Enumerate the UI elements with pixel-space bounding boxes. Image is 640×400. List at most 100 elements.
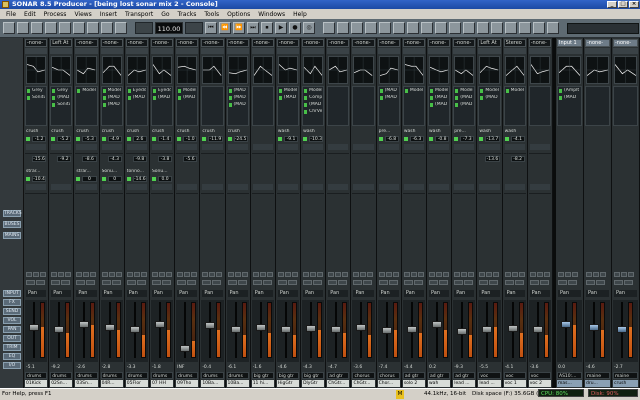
transport-button-3[interactable]: ⏭ xyxy=(247,22,259,34)
input-selector[interactable]: -none- xyxy=(251,39,274,47)
monitor-button[interactable] xyxy=(558,280,567,285)
send-level[interactable]: -5.2 xyxy=(57,136,72,142)
mute-button[interactable] xyxy=(51,272,58,277)
toolbar-tool-12[interactable] xyxy=(491,22,503,34)
fx-item[interactable]: Model xyxy=(404,88,423,94)
send-pan[interactable] xyxy=(529,144,550,150)
track-name[interactable]: mas... xyxy=(557,380,582,387)
send-pan[interactable] xyxy=(429,184,450,190)
monitor-button[interactable] xyxy=(529,280,539,285)
send-pan[interactable] xyxy=(76,184,97,190)
send-slot[interactable] xyxy=(327,168,350,194)
send-level[interactable]: -0.8 xyxy=(435,136,450,142)
volume-fader[interactable] xyxy=(617,326,627,333)
eq-graph[interactable] xyxy=(76,56,97,84)
volume-fader[interactable] xyxy=(331,326,342,333)
monitor-button[interactable] xyxy=(177,280,187,285)
solo-button[interactable] xyxy=(133,272,140,277)
pan-control[interactable]: Pan xyxy=(479,290,500,297)
toolbar-tool-13[interactable] xyxy=(505,22,517,34)
arm-button[interactable] xyxy=(600,272,606,277)
fx-bin[interactable]: ModelCompr(MADChrVerb xyxy=(302,86,325,126)
toolbar-tool-2[interactable] xyxy=(351,22,363,34)
fx-item[interactable]: (MAD xyxy=(480,95,498,101)
fx-item[interactable]: Eyedd xyxy=(152,88,171,94)
send-pan[interactable] xyxy=(252,184,273,190)
solo-button[interactable] xyxy=(58,272,65,277)
monitor-button[interactable] xyxy=(202,280,212,285)
mute-button[interactable] xyxy=(227,272,234,277)
fx-bin[interactable]: GreySonitus xyxy=(25,86,48,126)
send-pan[interactable] xyxy=(328,144,349,150)
fx-bin[interactable]: Model (MAD xyxy=(276,86,300,126)
send-slot[interactable] xyxy=(352,168,375,194)
fx-item[interactable]: (MAD xyxy=(127,95,146,101)
output-selector[interactable]: drums xyxy=(75,372,98,379)
send-slot[interactable] xyxy=(428,168,451,194)
output-selector[interactable]: ad gtr xyxy=(428,372,451,379)
fx-item[interactable]: Model xyxy=(304,88,322,94)
sidebar-buses-button[interactable]: BUSES xyxy=(3,221,21,228)
transport-button-2[interactable]: ⏩ xyxy=(233,22,245,34)
arm-button[interactable] xyxy=(342,272,349,277)
send-slot[interactable] xyxy=(478,168,501,194)
fx-item[interactable]: (MAD xyxy=(228,88,247,94)
sidebar-mains-button[interactable]: MAINS xyxy=(3,232,21,239)
solo-button[interactable] xyxy=(486,272,493,277)
eq-graph[interactable] xyxy=(529,56,550,84)
phase-button[interactable] xyxy=(86,280,96,285)
menu-item-go[interactable]: Go xyxy=(157,11,173,18)
output-selector[interactable]: big gtr xyxy=(251,372,274,379)
toolbar-tool-16[interactable] xyxy=(547,22,559,34)
input-selector[interactable]: -none- xyxy=(327,39,350,47)
output-selector[interactable]: ad gtr xyxy=(402,372,425,379)
pan-control[interactable]: Pan xyxy=(126,290,147,297)
menu-item-transport[interactable]: Transport xyxy=(121,11,157,18)
send-enable-led[interactable] xyxy=(151,137,156,141)
volume-fader[interactable] xyxy=(154,321,165,329)
eq-graph[interactable] xyxy=(303,56,324,84)
mute-button[interactable] xyxy=(177,272,184,277)
send-pan[interactable] xyxy=(227,184,248,190)
fx-item[interactable]: (MAD xyxy=(379,95,398,101)
arm-button[interactable] xyxy=(90,272,97,277)
mute-button[interactable] xyxy=(403,272,410,277)
arm-button[interactable] xyxy=(317,272,324,277)
fx-item[interactable]: Sonitus xyxy=(52,102,70,108)
fx-item[interactable]: Model xyxy=(480,88,499,94)
send-enable-led[interactable] xyxy=(76,137,81,141)
solo-button[interactable] xyxy=(593,272,599,277)
send-slot[interactable]: wash -13.7 xyxy=(478,128,501,154)
send-pan[interactable] xyxy=(177,144,198,150)
phase-button[interactable] xyxy=(489,280,499,285)
toolbar-tool-11[interactable] xyxy=(477,22,489,34)
track-name[interactable]: 01Kick xyxy=(25,380,48,387)
send-pan[interactable] xyxy=(101,184,122,190)
send-slot[interactable]: wash -10.3 xyxy=(302,128,325,154)
pan-control[interactable]: Pan xyxy=(504,290,525,297)
solo-button[interactable] xyxy=(33,272,39,277)
arm-button[interactable] xyxy=(543,272,550,277)
pan-control[interactable]: Pan xyxy=(454,290,475,297)
eq-graph[interactable] xyxy=(26,56,47,84)
output-selector[interactable]: drums xyxy=(50,372,73,379)
send-slot[interactable] xyxy=(327,128,350,154)
send-slot[interactable]: crush -1.2 xyxy=(25,128,48,154)
send-slot[interactable] xyxy=(251,128,274,154)
fx-item[interactable]: (MAD xyxy=(228,102,247,108)
output-selector[interactable]: chorus xyxy=(352,372,375,379)
send-slot[interactable] xyxy=(226,168,249,194)
solo-button[interactable] xyxy=(209,272,216,277)
send-enable-led[interactable] xyxy=(454,137,459,141)
mute-button[interactable] xyxy=(529,272,536,277)
arm-button[interactable] xyxy=(392,272,399,277)
monitor-button[interactable] xyxy=(303,280,313,285)
fx-item[interactable]: Model xyxy=(178,88,196,94)
solo-button[interactable] xyxy=(410,272,417,277)
fx-item[interactable]: (MAD xyxy=(379,88,398,94)
send-level-2[interactable]: -5.6 xyxy=(183,156,198,162)
fx-bin[interactable]: Model xyxy=(503,86,526,126)
sidebar-send-button[interactable]: SEND xyxy=(3,308,21,315)
send-pan[interactable] xyxy=(504,144,525,150)
monitor-button[interactable] xyxy=(227,280,237,285)
